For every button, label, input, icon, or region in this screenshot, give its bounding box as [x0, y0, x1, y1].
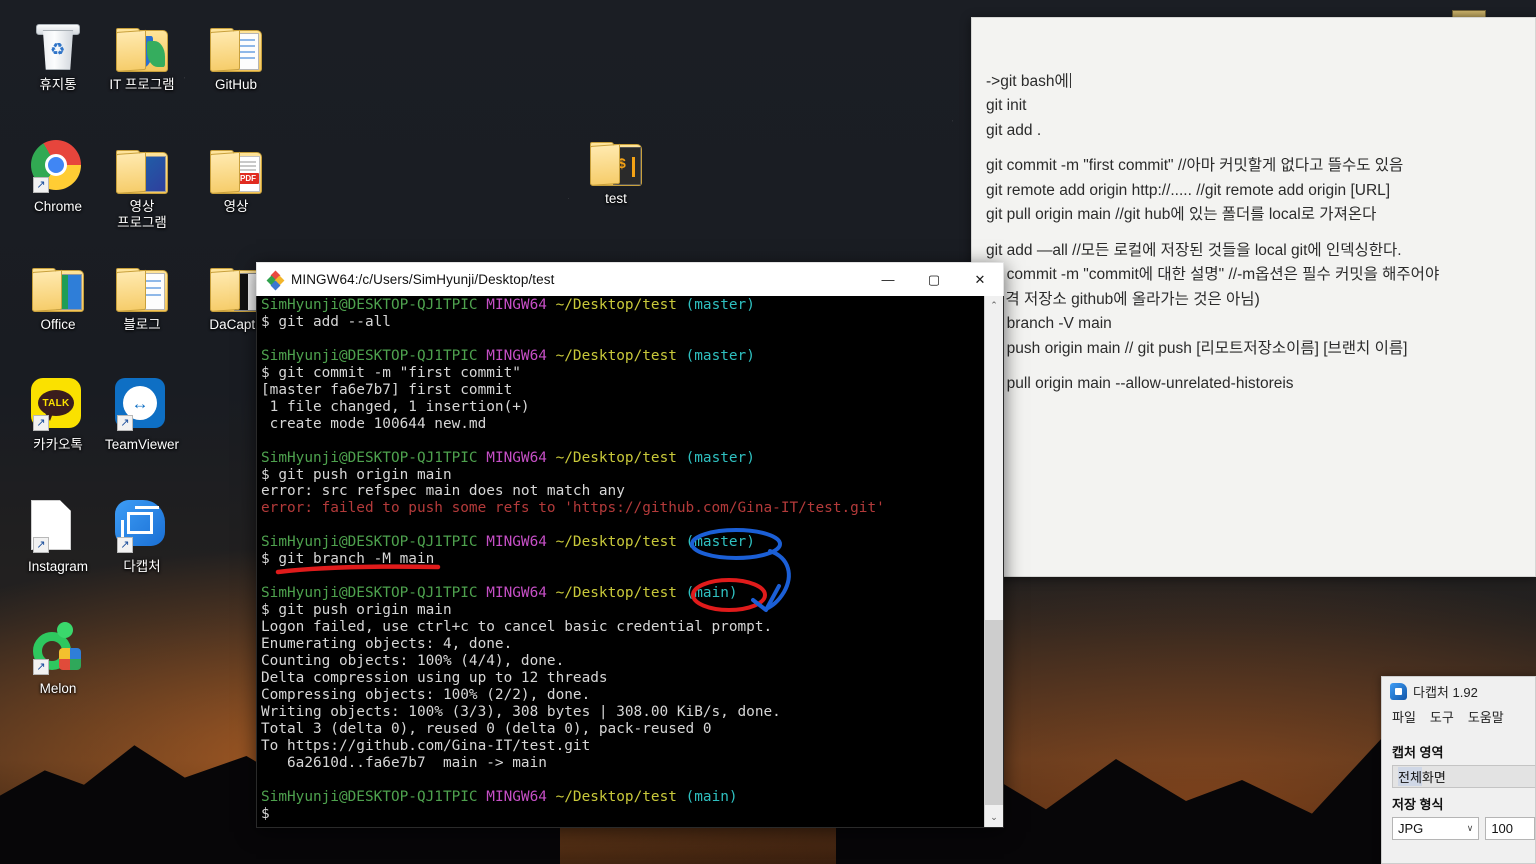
maximize-button[interactable]: ▢	[911, 263, 957, 297]
capture-area-label: 캡처 영역	[1392, 745, 1444, 760]
folder-icon	[94, 254, 190, 312]
memo-window[interactable]: ->git bash에 git init git add . git commi…	[971, 17, 1536, 577]
memo-line: git commit -m "commit에 대한 설명" //-m옵션은 필수…	[986, 266, 1440, 284]
shortcut-overlay-icon: ↗	[33, 415, 49, 431]
scrollbar-track[interactable]	[985, 315, 1003, 808]
desktop-icon-blog[interactable]: 블로그	[94, 254, 190, 333]
shortcut-overlay-icon: ↗	[33, 659, 49, 675]
desktop-icon-label: Office	[40, 317, 76, 332]
memo-line: git push origin main // git push [리모트저장소…	[986, 339, 1408, 357]
menu-item-file[interactable]: 파일	[1392, 707, 1416, 726]
memo-line: (원격 저장소 github에 올라가는 것은 아님)	[986, 290, 1260, 308]
desktop-icon-label: 카카오톡	[33, 437, 83, 452]
close-button[interactable]: ✕	[957, 263, 1003, 297]
memo-line: git commit -m "first commit" //아마 커밋할게 없…	[986, 157, 1404, 175]
desktop-icon-label: 블로그	[123, 317, 161, 332]
folder-icon	[94, 136, 190, 194]
format-select-value: JPG	[1398, 821, 1424, 836]
memo-line: git branch -V main	[986, 315, 1112, 333]
shortcut-overlay-icon: ↗	[117, 415, 133, 431]
desktop-icon-label: Chrome	[33, 199, 82, 214]
folder-icon	[10, 254, 106, 312]
dacapture-title: 다캡처 1.92	[1413, 684, 1478, 700]
shortcut-overlay-icon: ↗	[33, 177, 49, 193]
folder-icon: $	[568, 128, 664, 186]
desktop-icon-test-folder[interactable]: $ test	[568, 128, 664, 207]
capture-area-value-selected: 전체	[1398, 767, 1422, 786]
memo-line: git remote add origin http://..... //git…	[986, 181, 1391, 199]
memo-line: git pull origin main //git hub에 있는 폴더를 l…	[986, 206, 1377, 224]
desktop-icon-label: 휴지통	[39, 77, 77, 92]
desktop-icon-label: test	[605, 191, 627, 206]
desktop-icon-video-program[interactable]: 영상 프로그램	[94, 136, 190, 231]
menu-item-tools[interactable]: 도구	[1430, 707, 1454, 726]
memo-text-body[interactable]: ->git bash에 git init git add . git commi…	[972, 18, 1535, 397]
save-format-label: 저장 형식	[1392, 797, 1444, 812]
save-format-row: JPG ∨ 100	[1392, 817, 1535, 840]
dacapture-logo-icon	[1390, 682, 1407, 700]
shortcut-overlay-icon: ↗	[117, 537, 133, 553]
memo-line: git add .	[986, 121, 1042, 139]
desktop-icon-instagram[interactable]: ↗ Instagram	[10, 496, 106, 575]
chevron-down-icon: ∨	[1466, 823, 1474, 833]
desktop-icon-kakaotalk[interactable]: TALK ↗ 카카오톡	[10, 374, 106, 453]
desktop-icon-it-program[interactable]: IT 프로그램	[94, 14, 190, 93]
terminal-title-bar[interactable]: MINGW64:/c/Users/SimHyunji/Desktop/test …	[256, 262, 1004, 296]
mingw-icon	[266, 270, 285, 290]
dacapture-menu-bar: 파일 도구 도움말	[1382, 705, 1535, 732]
desktop-icon-teamviewer[interactable]: ↔ ↗ TeamViewer	[94, 374, 190, 453]
kakaotalk-icon: TALK ↗	[10, 374, 106, 432]
memo-line: git add —all //모든 로컬에 저장된 것들을 local git에…	[986, 241, 1402, 259]
terminal-title: MINGW64:/c/Users/SimHyunji/Desktop/test	[291, 272, 555, 287]
desktop-icon-office[interactable]: Office	[10, 254, 106, 333]
desktop-icon-label: Instagram	[27, 559, 89, 574]
chrome-icon: ↗	[10, 136, 106, 194]
dacapture-window[interactable]: 다캡처 1.92 파일 도구 도움말 캡처 영역 전체 화면 저장 형식 JPG…	[1381, 676, 1536, 864]
menu-item-help[interactable]: 도움말	[1468, 707, 1504, 726]
capture-area-value-rest: 화면	[1421, 770, 1446, 785]
format-select[interactable]: JPG ∨	[1392, 817, 1480, 840]
quality-value: 100	[1491, 821, 1514, 836]
memo-line: ->git bash에	[986, 73, 1071, 90]
text-caret	[1069, 73, 1071, 88]
capture-area-section: 캡처 영역 전체 화면 저장 형식 JPG ∨ 100	[1382, 732, 1535, 840]
dacapture-title-bar[interactable]: 다캡처 1.92	[1382, 677, 1535, 705]
folder-icon	[188, 14, 284, 72]
desktop-icon-label: 영상 프로그램	[117, 199, 167, 230]
scrollbar-thumb[interactable]	[985, 620, 1003, 805]
desktop-icon-label: GitHub	[214, 77, 258, 92]
capture-area-value[interactable]: 전체 화면	[1392, 765, 1535, 788]
shortcut-overlay-icon: ↗	[33, 537, 49, 553]
terminal-scrollbar[interactable]: ⌃ ⌄	[984, 296, 1003, 827]
mingw64-terminal-window[interactable]: MINGW64:/c/Users/SimHyunji/Desktop/test …	[256, 262, 1004, 828]
terminal-output[interactable]: SimHyunji@DESKTOP-QJ1TPIC MINGW64 ~/Desk…	[257, 296, 984, 827]
memo-line: git pull origin main --allow-unrelated-h…	[986, 375, 1294, 393]
memo-line: git init	[986, 97, 1027, 115]
desktop-icon-github[interactable]: GitHub	[188, 14, 284, 93]
desktop-icon-label: Melon	[39, 681, 77, 696]
scroll-up-arrow-icon[interactable]: ⌃	[985, 296, 1003, 315]
melon-icon: ↗	[10, 618, 106, 676]
desktop-icon-label: 다캡처	[123, 559, 161, 574]
folder-icon	[94, 14, 190, 72]
document-icon: ↗	[10, 496, 106, 554]
desktop-icon-label: 영상	[223, 199, 249, 214]
teamviewer-icon: ↔ ↗	[94, 374, 190, 432]
scroll-down-arrow-icon[interactable]: ⌄	[985, 808, 1003, 827]
pdf-badge-icon: PDF	[237, 173, 259, 184]
desktop-icon-label: TeamViewer	[104, 437, 180, 452]
minimize-button[interactable]: —	[865, 263, 911, 297]
terminal-body[interactable]: SimHyunji@DESKTOP-QJ1TPIC MINGW64 ~/Desk…	[256, 296, 1004, 828]
desktop-icon-chrome[interactable]: ↗ Chrome	[10, 136, 106, 215]
desktop-icon-video[interactable]: PDF 영상	[188, 136, 284, 215]
desktop-icon-recycle-bin[interactable]: ♻ 휴지통	[10, 14, 106, 93]
desktop-icon-dacapture[interactable]: ↗ 다캡처	[94, 496, 190, 575]
desktop-icon-melon[interactable]: ↗ Melon	[10, 618, 106, 697]
folder-icon: PDF	[188, 136, 284, 194]
dacapture-icon: ↗	[94, 496, 190, 554]
desktop-icon-label: IT 프로그램	[109, 77, 175, 92]
window-controls: — ▢ ✕	[865, 263, 1003, 297]
quality-input[interactable]: 100	[1485, 817, 1535, 840]
recycle-bin-icon: ♻	[10, 14, 106, 72]
